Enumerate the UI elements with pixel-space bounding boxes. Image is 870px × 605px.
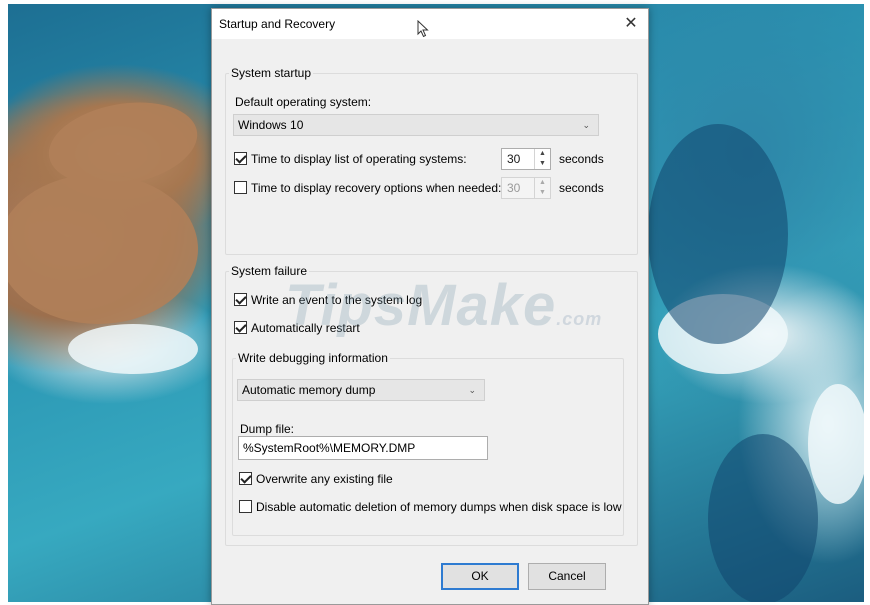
overwrite-checkbox[interactable]	[239, 472, 252, 485]
wallpaper-foam-shape	[808, 384, 864, 504]
spin-buttons: ▲ ▼	[534, 178, 550, 198]
dump-type-dropdown[interactable]: Automatic memory dump ⌄	[237, 379, 485, 401]
display-os-list-checkbox[interactable]	[234, 152, 247, 165]
auto-restart-checkbox[interactable]	[234, 321, 247, 334]
wallpaper-deep-water-shape	[648, 124, 788, 344]
title-bar: Startup and Recovery ✕	[212, 9, 648, 39]
dialog-title: Startup and Recovery	[219, 17, 336, 31]
display-recovery-value: 30	[507, 181, 521, 195]
watermark-suffix: .com	[556, 309, 603, 329]
spin-buttons: ▲ ▼	[534, 149, 550, 169]
default-os-dropdown[interactable]: Windows 10 ⌄	[233, 114, 599, 136]
display-recovery-label: Time to display recovery options when ne…	[251, 181, 502, 195]
display-recovery-unit: seconds	[559, 181, 604, 195]
dump-file-input[interactable]: %SystemRoot%\MEMORY.DMP	[238, 436, 488, 460]
display-os-list-value: 30	[507, 152, 521, 166]
ok-button[interactable]: OK	[441, 563, 519, 590]
watermark-text: TipsMake	[285, 273, 557, 338]
default-os-value: Windows 10	[238, 118, 304, 132]
wallpaper-rock-shape	[8, 174, 198, 324]
wallpaper-deep-water-shape	[708, 434, 818, 602]
dump-type-value: Automatic memory dump	[242, 383, 376, 397]
disable-auto-delete-checkbox[interactable]	[239, 500, 252, 513]
debugging-info-group-label: Write debugging information	[236, 351, 390, 365]
system-startup-group-label: System startup	[229, 66, 314, 80]
spin-down-icon: ▼	[539, 189, 546, 196]
close-icon[interactable]: ✕	[614, 9, 648, 39]
display-os-list-label: Time to display list of operating system…	[251, 152, 467, 166]
chevron-down-icon: ⌄	[468, 385, 476, 395]
watermark: TipsMake.com	[285, 272, 602, 339]
display-os-list-unit: seconds	[559, 152, 604, 166]
display-recovery-checkbox[interactable]	[234, 181, 247, 194]
wallpaper-foam-shape	[68, 324, 198, 374]
display-os-list-stepper[interactable]: 30 ▲ ▼	[501, 148, 551, 170]
chevron-down-icon: ⌄	[582, 120, 590, 130]
spin-down-icon[interactable]: ▼	[535, 159, 550, 169]
spin-up-icon: ▲	[539, 179, 546, 186]
disable-auto-delete-label: Disable automatic deletion of memory dum…	[256, 500, 622, 514]
mouse-pointer-icon	[417, 20, 429, 38]
write-event-checkbox[interactable]	[234, 293, 247, 306]
default-os-label: Default operating system:	[235, 95, 372, 109]
overwrite-label: Overwrite any existing file	[256, 472, 393, 486]
cancel-button[interactable]: Cancel	[528, 563, 606, 590]
spin-up-icon[interactable]: ▲	[535, 149, 550, 159]
display-recovery-stepper: 30 ▲ ▼	[501, 177, 551, 199]
dump-file-label: Dump file:	[240, 422, 295, 436]
